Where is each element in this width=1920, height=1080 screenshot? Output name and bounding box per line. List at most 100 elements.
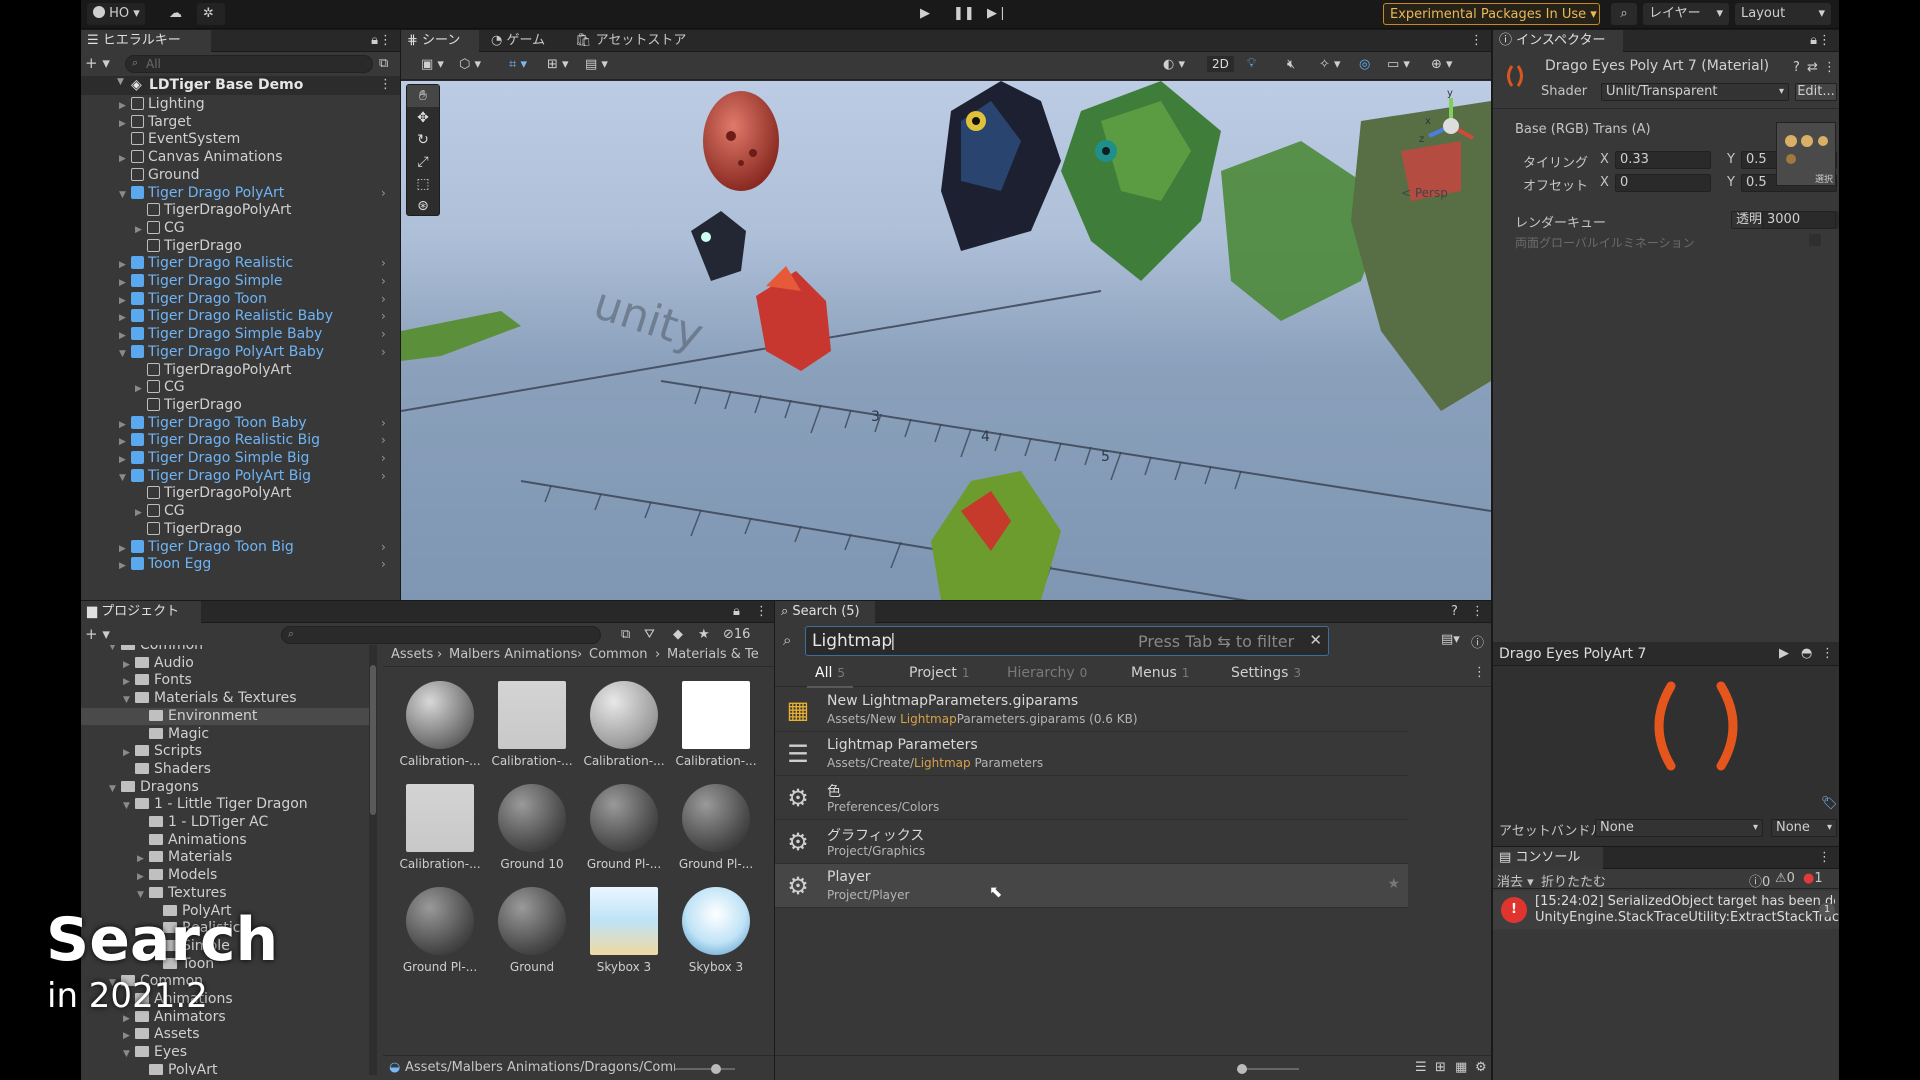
open-prefab-icon[interactable]: ›: [381, 468, 386, 486]
breadcrumb-item[interactable]: Assets: [391, 647, 433, 662]
open-prefab-icon[interactable]: ›: [381, 273, 386, 291]
project-folder[interactable]: ▶ Fonts: [81, 672, 371, 690]
material-thumbnail[interactable]: [590, 681, 658, 749]
grid-icon[interactable]: ⊞ ▾: [547, 57, 569, 72]
increment-icon[interactable]: ▤ ▾: [585, 57, 608, 72]
more-icon[interactable]: ⋮: [1823, 60, 1836, 75]
step-button[interactable]: ▶❘: [981, 3, 1008, 25]
mode-2d-button[interactable]: 2D: [1207, 56, 1234, 72]
hierarchy-item[interactable]: TigerDragoPolyArt: [81, 202, 400, 220]
more-icon[interactable]: ⋮: [755, 604, 768, 619]
open-prefab-icon[interactable]: ›: [381, 539, 386, 557]
material-thumbnail[interactable]: [682, 887, 750, 955]
saved-searches-icon[interactable]: ▤▾: [1441, 632, 1460, 647]
breadcrumb-item[interactable]: Materials & Te: [667, 647, 759, 662]
project-folder[interactable]: ▼ Textures: [81, 885, 371, 903]
tiling-x-field[interactable]: 0.33: [1615, 151, 1711, 169]
more-icon[interactable]: ⋮: [1818, 850, 1831, 865]
tab-asset-store[interactable]: 🛍︎ アセットストア: [569, 30, 699, 52]
warning-count[interactable]: ⚠0: [1775, 871, 1795, 886]
material-thumbnail[interactable]: [498, 887, 566, 955]
search-icon[interactable]: ⌕: [1611, 3, 1637, 25]
hidden-packages-icon[interactable]: ⊘16: [723, 627, 750, 642]
hierarchy-item[interactable]: TigerDrago: [81, 397, 400, 415]
material-thumbnail[interactable]: [682, 784, 750, 852]
project-folder[interactable]: ▼ 1 - Little Tiger Dragon: [81, 796, 371, 814]
scene-header[interactable]: ▼ ◈ LDTiger Base Demo ⋮: [81, 76, 400, 95]
search-filter-settings[interactable]: Settings 3: [1231, 665, 1301, 681]
persp-label[interactable]: < Persp: [1401, 186, 1448, 200]
offset-x-field[interactable]: 0: [1615, 174, 1711, 192]
play-button[interactable]: ▶: [913, 3, 937, 25]
open-prefab-icon[interactable]: ›: [381, 556, 386, 574]
orientation-gizmo[interactable]: y z x: [1411, 86, 1491, 176]
hierarchy-item[interactable]: ▶ Tiger Drago Simple Baby ›: [81, 326, 400, 344]
project-folder[interactable]: ▼ Common: [81, 645, 371, 655]
project-folder[interactable]: ▶ Models: [81, 867, 371, 885]
gizmos-icon[interactable]: ⊕ ▾: [1431, 57, 1453, 72]
hierarchy-item[interactable]: ▶ Tiger Drago Realistic Big ›: [81, 432, 400, 450]
material-thumbnail[interactable]: [406, 681, 474, 749]
settings-icon[interactable]: ⇄: [1807, 60, 1818, 75]
breadcrumb-item[interactable]: Malbers Animations: [449, 647, 577, 662]
help-icon[interactable]: ?: [1451, 604, 1458, 619]
tab-inspector[interactable]: ⓘ インスペクター: [1493, 30, 1623, 52]
open-prefab-icon[interactable]: ›: [381, 255, 386, 273]
hierarchy-item[interactable]: TigerDrago: [81, 521, 400, 539]
add-button[interactable]: + ▾: [85, 54, 110, 72]
search-filter-menus[interactable]: Menus 1: [1131, 665, 1189, 681]
tab-hierarchy[interactable]: ☰ ヒエラルキー: [81, 30, 211, 52]
search-by-label-icon[interactable]: ⛛: [644, 627, 655, 642]
rotate-tool-icon[interactable]: ↻: [407, 129, 439, 151]
hierarchy-item[interactable]: ▶ CG: [81, 379, 400, 397]
hierarchy-item[interactable]: Ground: [81, 167, 400, 185]
label-tag-icon[interactable]: 🏷︎: [1821, 796, 1838, 811]
collab-icon[interactable]: ✲: [197, 3, 225, 25]
collapse-button[interactable]: 折りたたむ: [1541, 871, 1606, 890]
search-filter-hierarchy[interactable]: Hierarchy 0: [1007, 665, 1087, 681]
hierarchy-item[interactable]: ▶ Lighting: [81, 96, 400, 114]
material-thumbnail[interactable]: [406, 784, 474, 852]
scale-tool-icon[interactable]: ⤢: [407, 151, 439, 173]
more-icon[interactable]: ⋮: [1473, 665, 1486, 680]
render-mode-icon[interactable]: ◐ ▾: [1163, 57, 1185, 72]
project-folder[interactable]: ▶ Audio: [81, 655, 371, 673]
hierarchy-item[interactable]: ▶ CG: [81, 503, 400, 521]
search-result-item[interactable]: ⚙ グラフィックス Project/Graphics: [775, 820, 1408, 864]
audio-icon[interactable]: 🔇︎: [1287, 57, 1295, 72]
project-folder[interactable]: ▼ Eyes: [81, 1044, 371, 1062]
more-icon[interactable]: ⋮: [1470, 33, 1483, 48]
search-result-item[interactable]: ☰ Lightmap Parameters Assets/Create/Lightm…: [775, 732, 1408, 776]
tab-search[interactable]: ⌕ Search (5): [775, 601, 875, 623]
search-filter-project[interactable]: Project 1: [909, 665, 970, 681]
tag-icon[interactable]: ◆: [673, 627, 683, 642]
clear-search-icon[interactable]: ✕: [1309, 631, 1322, 649]
more-icon[interactable]: ⋮: [1471, 604, 1484, 619]
open-prefab-icon[interactable]: ›: [381, 308, 386, 326]
list-view-icon[interactable]: ☰: [1415, 1060, 1427, 1075]
more-icon[interactable]: ⋮: [1821, 646, 1834, 661]
hierarchy-item[interactable]: ▶ Tiger Drago Toon ›: [81, 291, 400, 309]
item-size-slider[interactable]: [1237, 1064, 1299, 1074]
lock-icon[interactable]: 🔒︎: [733, 604, 740, 619]
snap-icon[interactable]: ⌗ ▾: [509, 57, 527, 72]
search-result-item[interactable]: ▦ New LightmapParameters.giparams Assets/N…: [775, 688, 1408, 732]
scene-visibility-icon[interactable]: ⧉: [379, 56, 388, 71]
project-folder[interactable]: Animations: [81, 832, 371, 850]
project-folder[interactable]: Magic: [81, 726, 371, 744]
open-prefab-icon[interactable]: ›: [381, 185, 386, 203]
breadcrumb-item[interactable]: Common: [589, 647, 648, 662]
project-search-input[interactable]: ⌕: [281, 626, 601, 644]
create-button[interactable]: + ▾: [85, 625, 110, 643]
transform-tool-icon[interactable]: ⊛: [407, 195, 439, 217]
shaded-icon[interactable]: ⬡ ▾: [459, 57, 481, 72]
tab-console[interactable]: ▤ コンソール: [1493, 847, 1603, 869]
hierarchy-item[interactable]: EventSystem: [81, 131, 400, 149]
edit-shader-button[interactable]: Edit...: [1795, 83, 1837, 101]
expand-arrow-icon[interactable]: ▶: [119, 558, 131, 576]
scene-viewport[interactable]: 3 4 5 unity ✋︎ ✥ ↻ ⤢ ⬚ ⊛ y z x < Persp: [401, 81, 1491, 600]
project-folder[interactable]: Environment: [81, 707, 371, 726]
open-prefab-icon[interactable]: ›: [381, 291, 386, 309]
tree-scrollbar[interactable]: [369, 645, 377, 1075]
draw-mode-icon[interactable]: ▣ ▾: [421, 57, 444, 72]
